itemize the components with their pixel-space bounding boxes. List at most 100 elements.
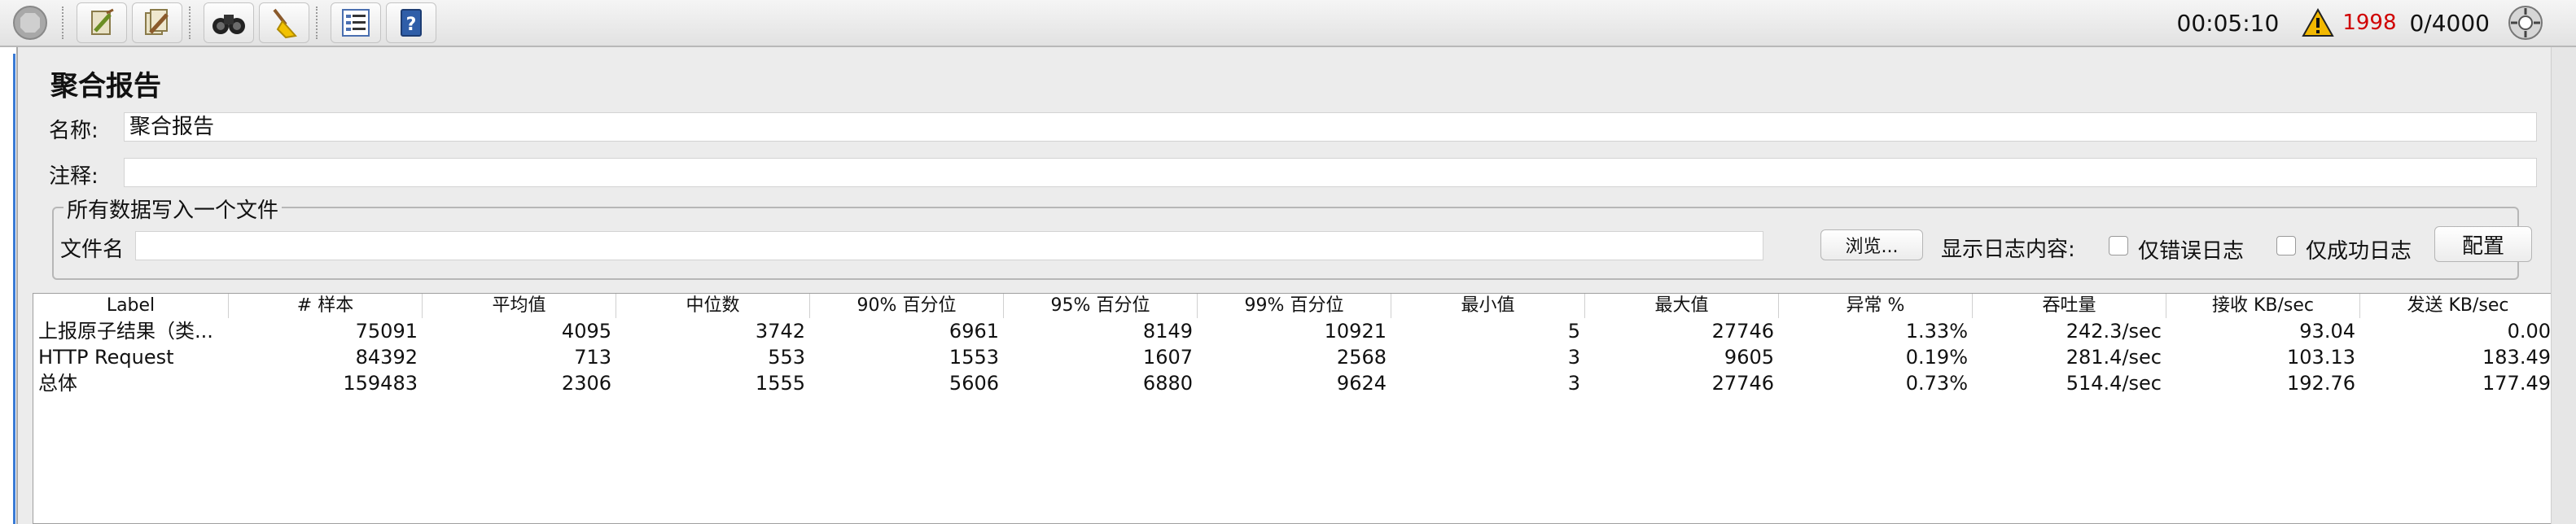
cell-p95: 8149	[1142, 320, 1193, 343]
success-only-label: 仅成功日志	[2306, 239, 2412, 264]
column-header-error-pct[interactable]: 异常 %	[1779, 294, 1973, 318]
cell-sent: 183.49	[2482, 346, 2551, 369]
cell-samples: 159483	[343, 372, 418, 395]
column-header-average[interactable]: 平均值	[423, 294, 616, 318]
clear-icon	[91, 8, 114, 35]
column-header-throughput[interactable]: 吞吐量	[1973, 294, 2166, 318]
cell-p95: 6880	[1142, 372, 1193, 395]
cell-throughput: 514.4/sec	[2066, 372, 2162, 395]
column-header-p95[interactable]: 95% 百分位	[1004, 294, 1198, 318]
file-name-field[interactable]	[135, 231, 1763, 260]
column-header-p99[interactable]: 99% 百分位	[1198, 294, 1391, 318]
comment-label: 注释:	[49, 164, 99, 189]
column-header-min[interactable]: 最小值	[1391, 294, 1585, 318]
table-row[interactable]: 上报原子结果（类... 75091 4095 3742 6961 8149 10…	[33, 318, 2556, 344]
tree-pane[interactable]	[0, 47, 18, 524]
cell-median: 3742	[755, 320, 805, 343]
table-row[interactable]: 总体 159483 2306 1555 5606 6880 9624 3 277…	[33, 370, 2556, 396]
page-title: 聚合报告	[50, 70, 161, 103]
column-header-received[interactable]: 接收 KB/sec	[2166, 294, 2360, 318]
help-button[interactable]: ?	[386, 2, 436, 43]
cell-received: 192.76	[2287, 372, 2355, 395]
error-count: 1998	[2342, 11, 2397, 35]
aggregate-report-panel: 聚合报告 名称: 聚合报告 注释: 所有数据写入一个文件 文件名 浏览... 显…	[18, 47, 2556, 524]
cell-error-pct: 1.33%	[1905, 320, 1968, 343]
stop-icon	[13, 6, 47, 40]
cell-max: 27746	[1711, 320, 1774, 343]
toolbar-separator	[189, 7, 192, 39]
cell-p95: 1607	[1142, 346, 1193, 369]
toolbar-separator	[62, 7, 65, 39]
file-output-group: 所有数据写入一个文件 文件名 浏览... 显示日志内容: 仅错误日志 仅成功日志…	[52, 194, 2532, 280]
cell-received: 103.13	[2287, 346, 2355, 369]
cell-throughput: 242.3/sec	[2066, 320, 2162, 343]
cell-average: 713	[574, 346, 611, 369]
success-only-checkbox[interactable]	[2276, 236, 2296, 255]
cell-p99: 10921	[1324, 320, 1387, 343]
file-group-legend: 所有数据写入一个文件	[64, 194, 283, 224]
column-header-sent[interactable]: 发送 KB/sec	[2360, 294, 2556, 318]
cell-median: 553	[768, 346, 805, 369]
clear-button[interactable]	[77, 2, 127, 43]
warning-icon[interactable]	[2302, 8, 2335, 37]
cell-p90: 5606	[948, 372, 999, 395]
function-list-icon	[342, 9, 370, 37]
cell-error-pct: 0.73%	[1905, 372, 1968, 395]
tree-selection	[0, 54, 15, 524]
cell-label: 总体	[38, 372, 77, 395]
cell-p90: 6961	[948, 320, 999, 343]
column-header-median[interactable]: 中位数	[616, 294, 810, 318]
help-book-icon: ?	[401, 9, 422, 37]
cell-median: 1555	[755, 372, 805, 395]
cell-samples: 84392	[355, 346, 418, 369]
cell-received: 93.04	[2299, 320, 2355, 343]
cell-min: 3	[1567, 372, 1580, 395]
cell-p99: 9624	[1336, 372, 1387, 395]
cell-min: 5	[1567, 320, 1580, 343]
cell-average: 2306	[561, 372, 611, 395]
function-helper-button[interactable]	[331, 2, 381, 43]
cell-min: 3	[1567, 346, 1580, 369]
column-header-samples[interactable]: # 样本	[229, 294, 423, 318]
table-header: Label # 样本 平均值 中位数 90% 百分位 95% 百分位 99% 百…	[33, 294, 2556, 318]
cell-samples: 75091	[355, 320, 418, 343]
cell-label: 上报原子结果（类...	[38, 320, 213, 343]
name-label: 名称:	[49, 119, 99, 143]
column-header-label[interactable]: Label	[33, 294, 229, 318]
running-indicator-icon	[2508, 6, 2543, 40]
toolbar: ? 00:05:10 1998 0/4000	[0, 0, 2576, 47]
clear-all-button[interactable]	[132, 2, 182, 43]
search-button[interactable]	[204, 2, 254, 43]
cell-max: 9605	[1724, 346, 1774, 369]
file-name-label: 文件名	[60, 238, 125, 262]
log-content-label: 显示日志内容:	[1941, 238, 2075, 262]
browse-button[interactable]: 浏览...	[1820, 229, 1923, 260]
svg-text:?: ?	[406, 15, 417, 35]
cell-average: 4095	[561, 320, 611, 343]
table-row[interactable]: HTTP Request 84392 713 553 1553 1607 256…	[33, 344, 2556, 370]
column-header-max[interactable]: 最大值	[1585, 294, 1779, 318]
toolbar-separator	[316, 7, 319, 39]
active-threads: 0/4000	[2409, 9, 2490, 37]
errors-only-checkbox[interactable]	[2109, 236, 2128, 255]
reset-search-button[interactable]	[259, 2, 309, 43]
cell-error-pct: 0.19%	[1905, 346, 1968, 369]
cell-sent: 0.00	[2507, 320, 2551, 343]
name-field[interactable]: 聚合报告	[124, 112, 2537, 142]
cell-sent: 177.49	[2482, 372, 2551, 395]
cell-max: 27746	[1711, 372, 1774, 395]
cell-label: HTTP Request	[38, 346, 174, 369]
comment-field[interactable]	[124, 158, 2537, 187]
clear-all-icon	[145, 9, 169, 35]
errors-only-label: 仅错误日志	[2138, 239, 2245, 264]
cell-throughput: 281.4/sec	[2066, 346, 2162, 369]
stop-button[interactable]	[5, 2, 55, 43]
results-table[interactable]: Label # 样本 平均值 中位数 90% 百分位 95% 百分位 99% 百…	[33, 293, 2556, 524]
column-header-p90[interactable]: 90% 百分位	[810, 294, 1004, 318]
config-button[interactable]: 配置	[2434, 226, 2532, 262]
broom-icon	[273, 8, 297, 39]
search-binoculars-icon	[212, 15, 245, 34]
elapsed-timer: 00:05:10	[2176, 9, 2280, 37]
vertical-scrollbar[interactable]	[2551, 47, 2576, 524]
cell-p99: 2568	[1336, 346, 1387, 369]
